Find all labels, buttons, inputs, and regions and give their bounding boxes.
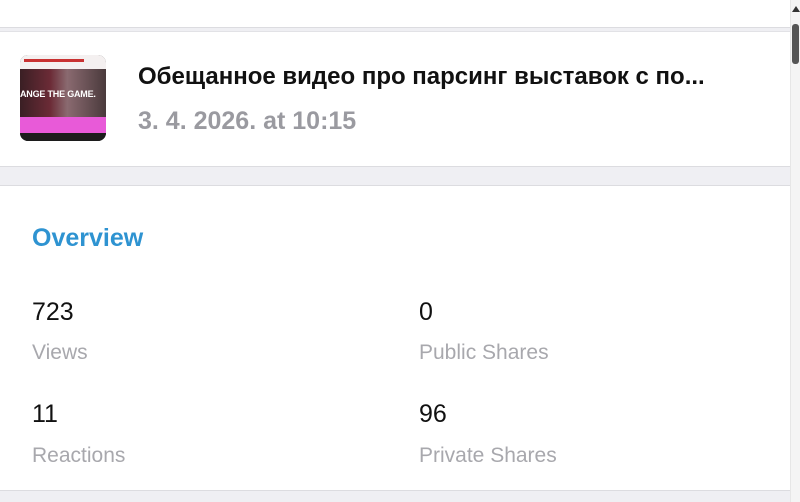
top-panel xyxy=(0,0,790,28)
post-date: 3. 4. 2026. at 10:15 xyxy=(138,107,357,135)
post-thumbnail[interactable]: ANGE THE GAME. xyxy=(20,55,106,141)
reactions-label: Reactions xyxy=(32,444,126,467)
vertical-scrollbar[interactable] xyxy=(790,0,800,502)
reactions-value: 11 xyxy=(32,400,58,428)
thumbnail-banner xyxy=(20,117,106,133)
post-title: Обещанное видео про парсинг выставок с п… xyxy=(138,63,705,90)
post-card[interactable]: ANGE THE GAME. xyxy=(0,31,790,167)
views-label: Views xyxy=(32,341,88,364)
thumbnail-header xyxy=(20,55,106,69)
scrollbar-thumb[interactable] xyxy=(792,24,799,64)
thumbnail-footer xyxy=(20,133,106,141)
private-shares-value: 96 xyxy=(419,400,447,428)
private-shares-label: Private Shares xyxy=(419,444,557,467)
public-shares-label: Public Shares xyxy=(419,341,549,364)
public-shares-value: 0 xyxy=(419,298,433,326)
overview-title: Overview xyxy=(32,224,144,252)
thumbnail-caption: ANGE THE GAME. xyxy=(20,89,96,99)
scroll-up-arrow-icon[interactable] xyxy=(792,6,800,12)
views-value: 723 xyxy=(32,298,74,326)
